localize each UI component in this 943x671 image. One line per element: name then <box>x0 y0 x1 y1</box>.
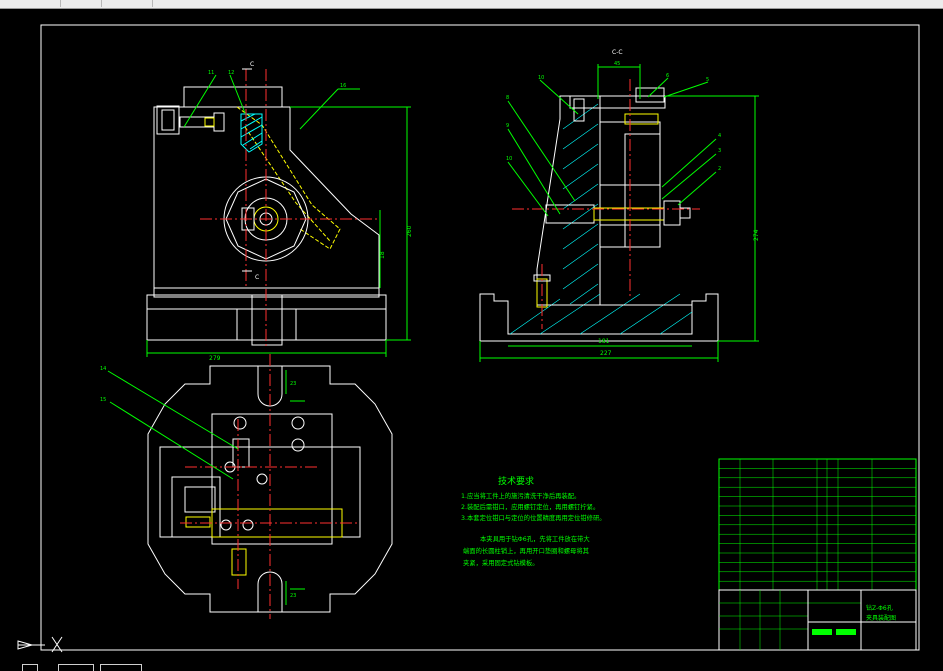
top-view: 23 23 14 15 <box>100 354 393 619</box>
balloon: 5 <box>706 77 709 83</box>
dim-front-height: 260 <box>406 225 413 237</box>
section-mark-bottom: C <box>255 274 259 281</box>
front-view: C C 279 260 18 11 12 16 <box>146 61 413 362</box>
balloon: 6 <box>666 73 669 79</box>
side-base <box>479 293 719 342</box>
balloon: 8 <box>506 95 509 101</box>
section-mark-top: C <box>250 61 254 68</box>
balloon: 16 <box>340 83 346 89</box>
balloon: 11 <box>208 70 214 76</box>
dim-front-width: 279 <box>209 355 221 362</box>
balloon: 10 <box>538 75 544 81</box>
balloon: 2 <box>718 166 721 172</box>
cad-drawing-canvas[interactable]: C C 279 260 18 11 12 16 C-C 227 181 274 … <box>0 9 943 663</box>
tech-title: 技术要求 <box>498 475 534 487</box>
balloon: 9 <box>506 123 509 129</box>
dim-side-width: 227 <box>600 350 612 357</box>
tech-line: 1.应当将工件上的施污清洗干净后再装配。 <box>461 491 580 500</box>
status-tab[interactable] <box>58 664 94 671</box>
part-name: 钻Z-Φ6孔 <box>866 604 893 612</box>
balloon: 4 <box>718 133 721 139</box>
tech-line: 2.装配后需钳口，应用螺钉定位，再用螺钉拧紧。 <box>461 502 599 511</box>
balloon: 3 <box>718 148 721 154</box>
balloon: 12 <box>228 70 234 76</box>
tab-strip <box>0 0 943 9</box>
dim-side-height: 274 <box>753 229 760 241</box>
tech-line: 3.本套定位钳口与定位的位置精度再用定位钳修研。 <box>461 513 606 522</box>
title-block: 钻Z-Φ6孔 夹具装配图 <box>718 458 917 651</box>
balloon: 14 <box>100 366 106 372</box>
section-label: C-C <box>612 49 623 56</box>
technical-requirements: 技术要求 1.应当将工件上的施污清洗干净后再装配。 2.装配后需钳口，应用螺钉定… <box>461 475 606 567</box>
dim-top-small2: 23 <box>290 593 296 599</box>
dim-top-small: 23 <box>290 381 296 387</box>
note-line: 夹紧，采用固定式钻模板。 <box>463 558 539 567</box>
note-line: 本夹具用于钻Φ6孔，先将工件放在带大 <box>480 534 590 543</box>
drawing-name: 夹具装配图 <box>866 614 896 622</box>
balloon: 10 <box>506 156 512 162</box>
tab[interactable] <box>102 0 153 7</box>
status-tab[interactable] <box>22 664 38 671</box>
dim-front-right: 18 <box>379 251 386 259</box>
dim-side-inner: 181 <box>598 338 610 345</box>
tab[interactable] <box>61 0 102 7</box>
note-line: 端面的长圆柱销上，再用开口垫圈和螺母将其 <box>463 546 589 555</box>
balloon: 15 <box>100 397 106 403</box>
status-tab[interactable] <box>100 664 142 671</box>
drawing-sheet: C C 279 260 18 11 12 16 C-C 227 181 274 … <box>17 24 920 653</box>
dim-side-top: 45 <box>614 61 620 67</box>
status-bar <box>0 663 943 671</box>
side-view: C-C 227 181 274 45 10 6 5 8 9 10 4 3 2 <box>479 49 760 362</box>
tab[interactable] <box>0 0 61 7</box>
